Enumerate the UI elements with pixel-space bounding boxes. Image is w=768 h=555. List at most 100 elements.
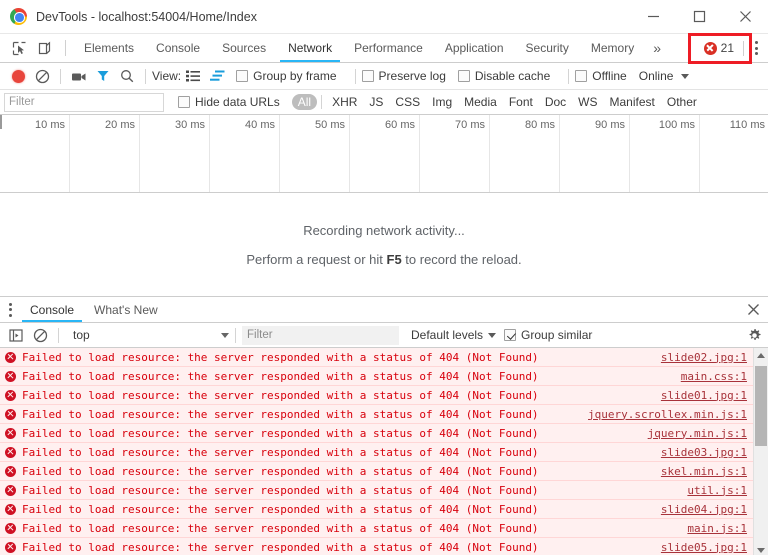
drawer-kebab-menu-icon[interactable] — [0, 297, 20, 322]
filter-type-doc[interactable]: Doc — [539, 94, 572, 110]
camera-icon[interactable] — [67, 64, 91, 88]
filter-type-other[interactable]: Other — [661, 94, 703, 110]
console-message-text: Failed to load resource: the server resp… — [22, 407, 539, 421]
inspect-element-icon[interactable] — [6, 34, 32, 62]
chevron-down-icon — [488, 332, 497, 338]
tab-security[interactable]: Security — [515, 34, 580, 62]
tab-application[interactable]: Application — [434, 34, 515, 62]
filter-type-all[interactable]: All — [291, 94, 318, 110]
toolbar-divider — [354, 68, 356, 84]
tab-performance[interactable]: Performance — [343, 34, 434, 62]
console-error-row[interactable]: Failed to load resource: the server resp… — [0, 443, 753, 462]
filter-funnel-icon[interactable] — [91, 64, 115, 88]
filter-type-media[interactable]: Media — [458, 94, 503, 110]
scroll-up-arrow-icon[interactable] — [754, 348, 768, 363]
waterfall-view-icon[interactable] — [205, 64, 229, 88]
timeline-tick-label: 90 ms — [595, 119, 625, 131]
filter-type-ws[interactable]: WS — [572, 94, 603, 110]
scrollbar-thumb[interactable] — [755, 366, 767, 446]
console-source-link[interactable]: slide04.jpg:1 — [661, 503, 747, 516]
tab-network[interactable]: Network — [277, 34, 343, 62]
console-error-row[interactable]: Failed to load resource: the server resp… — [0, 386, 753, 405]
console-error-row[interactable]: Failed to load resource: the server resp… — [0, 481, 753, 500]
throttling-value[interactable]: Online — [639, 69, 674, 83]
error-count-area: 21 — [699, 34, 768, 62]
error-circle-icon — [5, 427, 16, 439]
console-source-link[interactable]: slide03.jpg:1 — [661, 446, 747, 459]
console-source-link[interactable]: jquery.min.js:1 — [648, 427, 747, 440]
record-button-icon[interactable] — [6, 64, 30, 88]
tab-memory[interactable]: Memory — [580, 34, 645, 62]
console-filter-input[interactable] — [242, 325, 399, 345]
timeline-tick-label: 60 ms — [385, 119, 415, 131]
network-timeline-ruler[interactable]: 10 ms 20 ms 30 ms 40 ms 50 ms 60 ms 70 m… — [0, 115, 768, 193]
clear-console-icon[interactable] — [28, 323, 52, 347]
console-message-text: Failed to load resource: the server resp… — [22, 350, 539, 364]
network-toolbar: View: Group by frame Preserve log Disabl… — [0, 63, 768, 90]
close-icon[interactable] — [738, 297, 768, 322]
group-similar-checkbox[interactable]: Group similar — [504, 328, 592, 342]
minimize-button[interactable] — [630, 0, 676, 34]
console-source-link[interactable]: slide01.jpg:1 — [661, 389, 747, 402]
filter-type-img[interactable]: Img — [426, 94, 458, 110]
console-context-selector[interactable]: top — [65, 328, 235, 342]
drawer-tab-strip: Console What's New — [0, 296, 768, 323]
console-error-row[interactable]: Failed to load resource: the server resp… — [0, 462, 753, 481]
list-view-icon[interactable] — [181, 64, 205, 88]
kebab-menu-icon[interactable] — [746, 34, 766, 63]
console-levels-dropdown[interactable]: Default levels — [411, 328, 497, 342]
filter-type-font[interactable]: Font — [503, 94, 539, 110]
console-source-link[interactable]: main.js:1 — [687, 522, 747, 535]
group-by-frame-checkbox[interactable]: Group by frame — [236, 69, 337, 83]
tab-sources[interactable]: Sources — [211, 34, 277, 62]
console-source-link[interactable]: slide02.jpg:1 — [661, 351, 747, 364]
console-scrollbar[interactable] — [753, 348, 768, 555]
filter-type-xhr[interactable]: XHR — [326, 94, 363, 110]
close-button[interactable] — [722, 0, 768, 34]
chevron-down-icon[interactable] — [673, 73, 697, 79]
disable-cache-checkbox[interactable]: Disable cache — [457, 69, 550, 83]
gear-icon[interactable] — [740, 328, 768, 343]
group-similar-label: Group similar — [521, 328, 593, 342]
error-circle-icon — [5, 351, 16, 363]
console-error-row[interactable]: Failed to load resource: the server resp… — [0, 405, 753, 424]
console-source-link[interactable]: skel.min.js:1 — [661, 465, 747, 478]
drawer-tab-console[interactable]: Console — [20, 297, 84, 322]
offline-checkbox[interactable]: Offline — [575, 69, 627, 83]
console-error-row[interactable]: Failed to load resource: the server resp… — [0, 538, 753, 555]
error-circle-icon — [5, 541, 16, 553]
console-sidebar-icon[interactable] — [4, 323, 28, 347]
console-message-list[interactable]: Failed to load resource: the server resp… — [0, 348, 768, 555]
console-error-row[interactable]: Failed to load resource: the server resp… — [0, 348, 753, 367]
search-icon[interactable] — [115, 64, 139, 88]
network-filter-input[interactable] — [4, 92, 164, 112]
console-source-link[interactable]: slide05.jpg:1 — [661, 541, 747, 554]
tab-console[interactable]: Console — [145, 34, 211, 62]
timeline-tick-label: 40 ms — [245, 119, 275, 131]
scroll-down-arrow-icon[interactable] — [754, 543, 768, 555]
timeline-tick-label: 70 ms — [455, 119, 485, 131]
console-error-row[interactable]: Failed to load resource: the server resp… — [0, 367, 753, 386]
tab-elements[interactable]: Elements — [73, 34, 145, 62]
console-source-link[interactable]: main.css:1 — [681, 370, 747, 383]
console-source-link[interactable]: util.js:1 — [687, 484, 747, 497]
more-tabs-button[interactable]: » — [645, 34, 669, 62]
devtools-tab-strip: Elements Console Sources Network Perform… — [0, 34, 768, 63]
console-source-link[interactable]: jquery.scrollex.min.js:1 — [588, 408, 747, 421]
console-toolbar: top Default levels Group similar — [0, 323, 768, 348]
drawer-tab-whats-new[interactable]: What's New — [84, 297, 168, 322]
console-error-row[interactable]: Failed to load resource: the server resp… — [0, 424, 753, 443]
console-error-row[interactable]: Failed to load resource: the server resp… — [0, 519, 753, 538]
clear-icon[interactable] — [30, 64, 54, 88]
maximize-button[interactable] — [676, 0, 722, 34]
filter-type-css[interactable]: CSS — [389, 94, 426, 110]
filter-type-js[interactable]: JS — [363, 94, 389, 110]
console-error-row[interactable]: Failed to load resource: the server resp… — [0, 500, 753, 519]
error-count-badge[interactable]: 21 — [699, 41, 739, 55]
timeline-tick: 40 ms — [210, 115, 280, 192]
error-circle-icon — [703, 41, 717, 55]
filter-type-manifest[interactable]: Manifest — [604, 94, 661, 110]
hide-data-urls-checkbox[interactable]: Hide data URLs — [178, 95, 280, 109]
device-toolbar-icon[interactable] — [32, 34, 58, 62]
preserve-log-checkbox[interactable]: Preserve log — [361, 69, 446, 83]
